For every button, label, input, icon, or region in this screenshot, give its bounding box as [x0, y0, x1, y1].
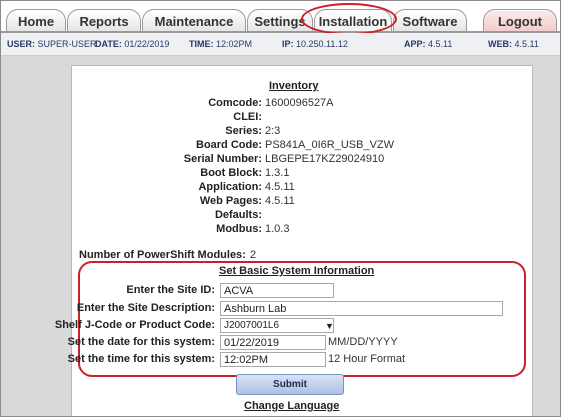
status-app: APP: 4.5.11 [404, 39, 453, 49]
dropdown-arrow-icon: ▼ [325, 321, 334, 331]
tab-maintenance-label: Maintenance [154, 13, 234, 29]
inventory-label-defaults: Defaults: [214, 209, 262, 221]
inventory-value-web-pages: 4.5.11 [265, 195, 295, 207]
tab-software[interactable]: Software [393, 9, 467, 32]
change-language-title: Change Language [244, 400, 340, 412]
inventory-label-serial-number: Serial Number: [183, 153, 262, 165]
inventory-value-boot-block: 1.3.1 [265, 167, 290, 179]
inventory-label-application: Application: [198, 181, 262, 193]
tab-logout[interactable]: Logout [483, 9, 557, 32]
site-id-label: Enter the Site ID: [126, 284, 215, 296]
tab-installation-label: Installation [318, 13, 388, 29]
tab-home[interactable]: Home [6, 9, 66, 32]
inventory-value-application: 4.5.11 [265, 181, 295, 193]
tab-settings[interactable]: Settings [247, 9, 313, 32]
powershift-modules-value: 2 [250, 249, 257, 261]
inventory-label-boot-block: Boot Block: [200, 167, 262, 179]
shelf-code-label: Shelf J-Code or Product Code: [54, 319, 215, 331]
tab-maintenance[interactable]: Maintenance [142, 9, 246, 32]
date-label: Set the date for this system: [67, 336, 215, 348]
inventory-label-clei: CLEI: [233, 111, 262, 123]
inventory-value-modbus: 1.0.3 [265, 223, 290, 235]
inventory-value-serial-number: LBGEPE17KZ29024910 [265, 153, 385, 165]
date-format-hint: MM/DD/YYYY [328, 336, 398, 348]
tab-home-label: Home [17, 13, 55, 29]
basic-info-title: Set Basic System Information [219, 265, 375, 277]
inventory-label-series: Series: [225, 125, 262, 137]
inventory-value-comcode: 1600096527A [265, 97, 334, 109]
powershift-modules-label: Number of PowerShift Modules: [79, 249, 246, 261]
tab-settings-label: Settings [254, 13, 306, 29]
submit-button[interactable]: Submit [236, 374, 344, 395]
tab-bar: Home Reports Maintenance Settings Instal… [1, 1, 560, 35]
status-bar: USER: SUPER-USER DATE: 01/22/2019 TIME: … [1, 33, 560, 56]
inventory-label-board-code: Board Code: [196, 139, 262, 151]
status-time: TIME: 12:02PM [189, 39, 253, 49]
tab-software-label: Software [402, 13, 458, 29]
tab-reports-label: Reports [79, 13, 129, 29]
tab-installation[interactable]: Installation [314, 9, 392, 32]
status-web: WEB: 4.5.11 [488, 39, 539, 49]
shelf-code-select[interactable]: J2007001L6 ▼ [220, 318, 334, 333]
shelf-code-selected-value: J2007001L6 [224, 320, 280, 331]
time-label: Set the time for this system: [67, 353, 215, 365]
site-description-input[interactable] [220, 301, 503, 316]
time-input[interactable] [220, 352, 326, 367]
inventory-title: Inventory [269, 80, 319, 92]
status-user: USER: SUPER-USER [7, 39, 97, 49]
time-format-hint: 12 Hour Format [328, 353, 406, 365]
inventory-label-modbus: Modbus: [216, 223, 262, 235]
date-input[interactable] [220, 335, 326, 350]
site-id-input[interactable] [220, 283, 334, 298]
inventory-value-series: 2:3 [265, 125, 281, 137]
submit-button-label: Submit [273, 379, 307, 390]
site-description-label: Enter the Site Description: [76, 302, 215, 314]
inventory-value-board-code: PS841A_0I6R_USB_VZW [265, 139, 395, 151]
tab-logout-label: Logout [497, 13, 543, 29]
inventory-label-web-pages: Web Pages: [199, 195, 262, 207]
inventory-label-comcode: Comcode: [208, 97, 262, 109]
status-ip: IP: 10.250.11.12 [282, 39, 348, 49]
app-frame: Home Reports Maintenance Settings Instal… [0, 0, 561, 417]
status-date: DATE: 01/22/2019 [95, 39, 170, 49]
tab-reports[interactable]: Reports [67, 9, 141, 32]
